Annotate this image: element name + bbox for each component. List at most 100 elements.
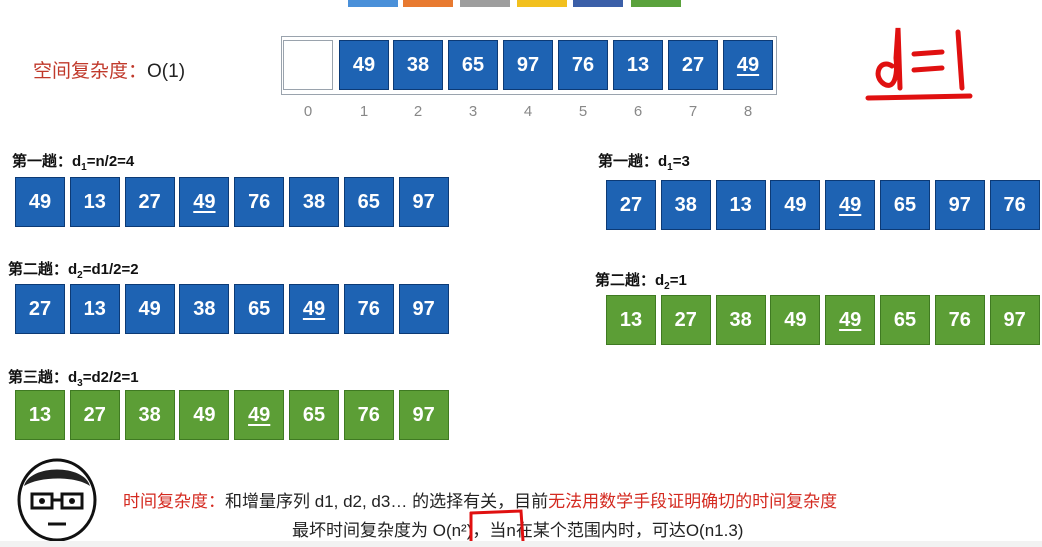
- pass-cell: 65: [234, 284, 285, 334]
- pass-cell: 97: [398, 390, 449, 440]
- cell-value: 27: [28, 297, 52, 320]
- cell-value: 38: [406, 53, 430, 76]
- array-index: 7: [688, 103, 698, 120]
- pass-cell: 49: [770, 180, 821, 230]
- space-complexity-value: O(1): [147, 61, 186, 82]
- pass-cell: 97: [934, 180, 985, 230]
- pass-cell: 38: [660, 180, 711, 230]
- array-index: 6: [633, 103, 643, 120]
- pass-cell: 65: [880, 180, 930, 230]
- cell-value: 27: [674, 308, 697, 331]
- pass-cell: 65: [880, 295, 930, 345]
- pass-label: 第一趟：d1=3: [598, 150, 690, 173]
- array-cell: 65: [448, 40, 498, 90]
- pass-label-text: 第二趟：d: [8, 261, 78, 278]
- pass-cell: 27: [660, 295, 711, 345]
- pass-label-rest: =n/2=4: [86, 153, 135, 170]
- pass-cell: 49: [124, 284, 175, 334]
- pass-cell: 49: [770, 295, 821, 345]
- pass-cell: 65: [343, 177, 394, 227]
- cell-value: 97: [412, 297, 435, 320]
- cell-value: 27: [681, 53, 705, 76]
- top-color-tab: [631, 0, 681, 7]
- cell-value: 65: [461, 53, 485, 76]
- pass-label-text: 第一趟：d: [12, 153, 82, 170]
- cell-value: 13: [619, 308, 643, 331]
- cell-value: 65: [248, 297, 271, 320]
- array-cell: 97: [503, 40, 553, 90]
- array-index: 1: [359, 103, 369, 120]
- cell-value: 97: [412, 190, 435, 213]
- cell-value: 13: [83, 297, 106, 320]
- pass-cell: 76: [934, 295, 985, 345]
- pass-cell: 27: [15, 284, 65, 334]
- array-index: 8: [743, 103, 753, 120]
- cell-value: 65: [893, 193, 917, 216]
- cell-value: 27: [83, 403, 106, 426]
- pass-cell: 76: [234, 177, 285, 227]
- cell-value: 13: [626, 53, 650, 76]
- pass-cell: 49: [825, 180, 876, 230]
- handwritten-d-equals-1: [865, 27, 973, 101]
- array-cell: 49: [723, 40, 773, 90]
- cell-value: 38: [302, 190, 326, 213]
- array-cell: 38: [393, 40, 443, 90]
- pass-cell: 76: [343, 390, 394, 440]
- array-cell: [283, 40, 333, 90]
- pass-label: 第三趟：d3=d2/2=1: [8, 366, 139, 389]
- cell-value: 65: [893, 308, 917, 331]
- cell-value: 13: [83, 190, 106, 213]
- cell-value: 38: [674, 193, 697, 216]
- cell-value: 27: [619, 193, 643, 216]
- pass-cell: 38: [289, 177, 339, 227]
- cell-value: 49: [352, 53, 376, 76]
- array-index: 2: [413, 103, 423, 120]
- pass-label: 第二趟：d2=d1/2=2: [8, 258, 139, 281]
- pass-cell: 13: [69, 177, 120, 227]
- pass-label-rest: =1: [669, 272, 687, 289]
- pass-label-text: 第一趟：d: [598, 153, 668, 170]
- cell-value: 13: [729, 193, 752, 216]
- array-cell: 76: [558, 40, 608, 90]
- cell-value: 38: [193, 297, 216, 320]
- pass-label-rest: =d2/2=1: [82, 369, 139, 386]
- cell-value: 38: [138, 403, 161, 426]
- cell-value: 49: [28, 190, 52, 213]
- pass-cell: 97: [398, 284, 449, 334]
- pass-cell: 49: [825, 295, 876, 345]
- footer-strip: [0, 541, 1042, 547]
- cell-value: 27: [138, 190, 161, 213]
- top-color-tab: [348, 0, 398, 7]
- cell-value: 97: [1003, 308, 1026, 331]
- cell-value: 49: [784, 193, 807, 216]
- pass-cell: 27: [124, 177, 175, 227]
- cell-value: 76: [357, 297, 380, 320]
- pass-cell: 49: [179, 390, 230, 440]
- cell-value: 76: [948, 308, 971, 331]
- pass-cell: 97: [989, 295, 1040, 345]
- array-cell: 49: [339, 40, 389, 90]
- pass-cell: 49: [234, 390, 285, 440]
- cell-value: 49: [784, 308, 807, 331]
- cell-value: 65: [302, 403, 326, 426]
- pass-label-rest: =3: [672, 153, 690, 170]
- cell-value: 49: [193, 403, 216, 426]
- cell-value: 13: [28, 403, 52, 426]
- top-color-tab: [460, 0, 510, 7]
- top-color-tab: [573, 0, 623, 7]
- pass-label-text: 第二趟：d: [595, 272, 665, 289]
- pass-cell: 13: [69, 284, 120, 334]
- cell-value: 65: [357, 190, 380, 213]
- pass-cell: 27: [69, 390, 120, 440]
- array-index: 0: [303, 103, 313, 120]
- pass-cell: 27: [606, 180, 656, 230]
- pass-cell: 97: [398, 177, 449, 227]
- pass-cell: 49: [15, 177, 65, 227]
- pass-cell: 38: [715, 295, 766, 345]
- array-index: 4: [523, 103, 533, 120]
- array-index: 3: [468, 103, 478, 120]
- array-cell: 13: [613, 40, 663, 90]
- cell-value: 49: [248, 403, 271, 426]
- cell-value: 49: [302, 297, 326, 320]
- space-complexity-title: 空间复杂度：: [33, 61, 148, 82]
